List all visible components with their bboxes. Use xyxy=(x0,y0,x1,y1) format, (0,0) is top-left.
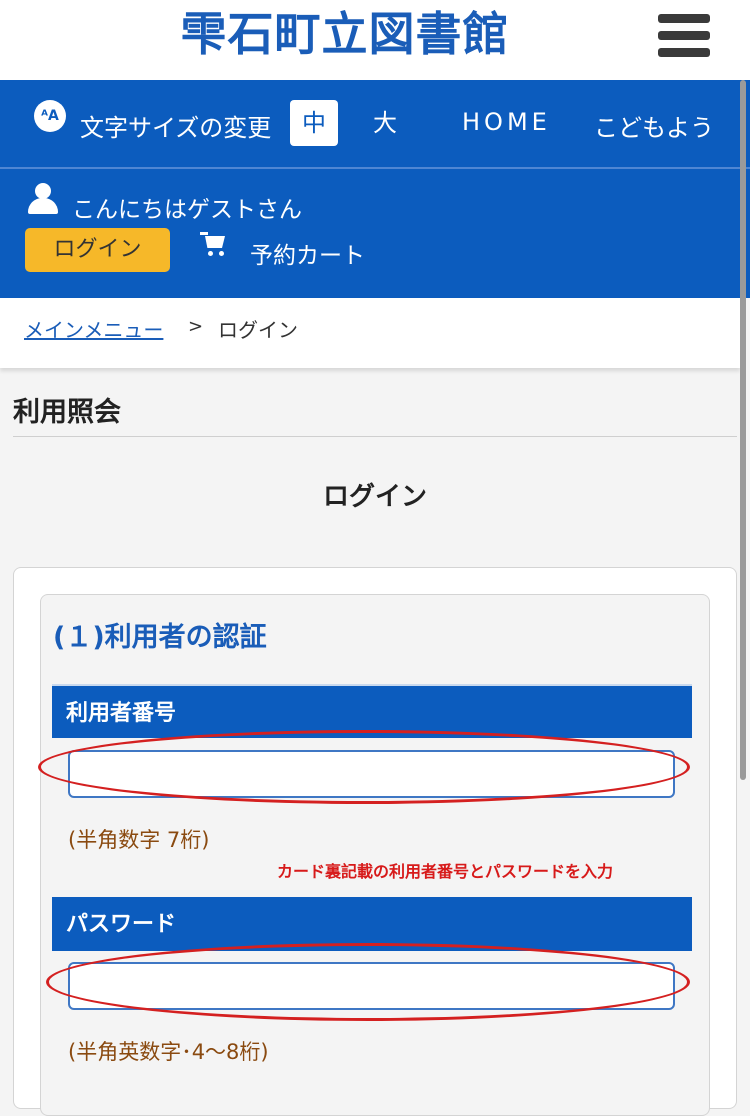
font-size-medium-button[interactable]: 中 xyxy=(290,100,338,146)
password-label: パスワード xyxy=(52,897,692,951)
breadcrumb-current: ログイン xyxy=(218,318,298,342)
breadcrumb-main-menu-link[interactable]: メインメニュー xyxy=(24,314,163,343)
section-title: 利用照会 xyxy=(13,397,121,428)
nav-kids-link[interactable]: こどもよう xyxy=(594,108,714,143)
user-number-hint: (半角数字 7桁) xyxy=(68,828,210,852)
annotation-text: カード裏記載の利用者番号とパスワードを入力 xyxy=(277,862,614,881)
password-input[interactable] xyxy=(68,962,675,1010)
nav-home-link[interactable]: HOME xyxy=(462,108,551,136)
auth-heading: (１)利用者の認証 xyxy=(53,622,267,653)
font-size-label: 文字サイズの変更 xyxy=(80,114,272,142)
page-heading: ログイン xyxy=(322,482,427,512)
reservation-cart-link[interactable]: 予約カート xyxy=(250,236,365,270)
font-size-large-button[interactable]: 大 xyxy=(368,100,402,146)
site-title[interactable]: 雫石町立図書館 xyxy=(0,4,690,64)
text-size-icon: ᴬA xyxy=(34,100,66,132)
breadcrumb-separator: > xyxy=(188,316,204,337)
section-divider xyxy=(13,436,737,437)
person-icon xyxy=(26,183,60,215)
password-hint: (半角英数字･4～8桁) xyxy=(68,1040,269,1064)
cart-icon[interactable] xyxy=(200,230,230,258)
hamburger-menu-icon[interactable] xyxy=(658,12,712,58)
login-button[interactable]: ログイン xyxy=(25,228,170,272)
scrollbar[interactable] xyxy=(740,80,746,780)
user-number-input[interactable] xyxy=(68,750,675,798)
greeting-text: こんにちはゲストさん xyxy=(72,197,302,223)
user-number-label: 利用者番号 xyxy=(52,684,692,738)
